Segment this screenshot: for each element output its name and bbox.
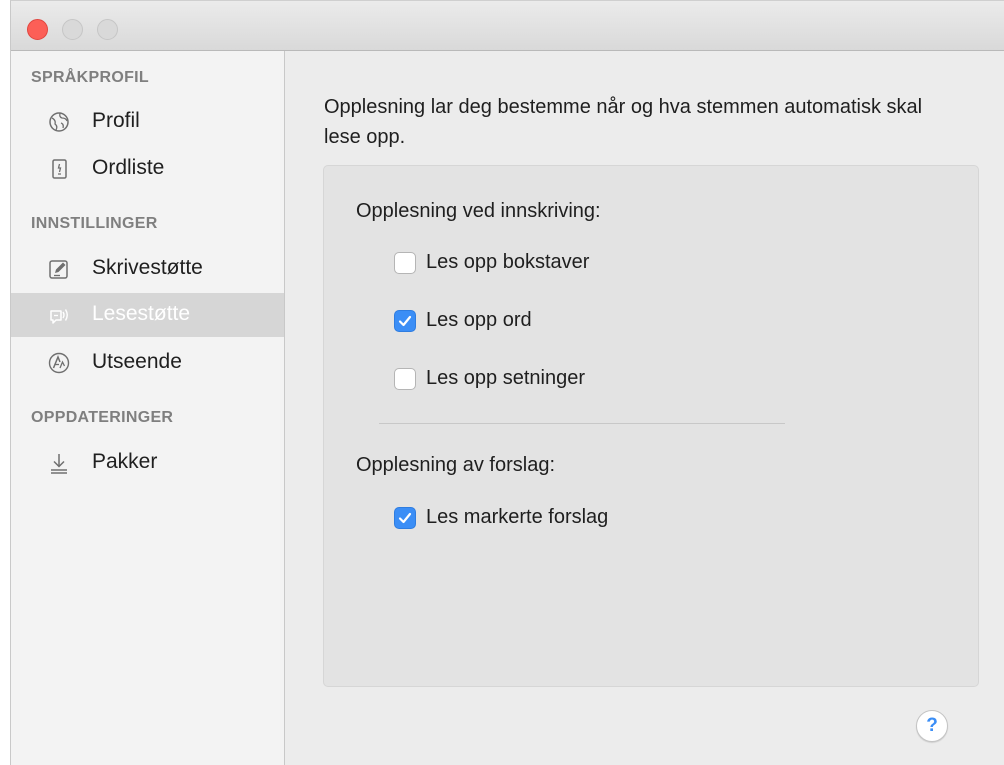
sidebar-item-ordliste[interactable]: Ordliste [11, 147, 284, 191]
reading-options-box: Opplesning ved innskriving: Les opp boks… [323, 165, 979, 687]
intro-text: Opplesning lar deg bestemme når og hva s… [324, 96, 923, 148]
checkbox-box[interactable] [394, 252, 416, 274]
sidebar-item-label: Utseende [92, 350, 182, 373]
speech-icon [47, 303, 71, 327]
sidebar-item-label: Ordliste [92, 156, 165, 179]
checkmark-icon [398, 512, 412, 524]
section-heading-oppdateringer: OPPDATERINGER [31, 409, 174, 426]
pen-icon [47, 257, 71, 281]
checkbox-label: Les opp ord [426, 309, 532, 331]
close-window-button[interactable] [27, 19, 48, 40]
checkbox-box[interactable] [394, 310, 416, 332]
checkbox-label: Les markerte forslag [426, 506, 609, 528]
sidebar-item-profil[interactable]: Profil [11, 100, 284, 144]
title-bar [11, 1, 1004, 51]
checkbox-box[interactable] [394, 507, 416, 529]
dictionary-icon [47, 157, 71, 181]
checkbox-label: Les opp setninger [426, 367, 586, 389]
zoom-window-button[interactable] [97, 19, 118, 40]
sidebar-item-pakker[interactable]: Pakker [11, 441, 284, 485]
sidebar-item-label: Skrivestøtte [92, 256, 203, 279]
appearance-icon [47, 351, 71, 375]
sidebar-item-lesestotte[interactable]: Lesestøtte [11, 293, 284, 337]
main-content: Opplesning lar deg bestemme når og hva s… [285, 51, 1004, 765]
sidebar-item-utseende[interactable]: Utseende [11, 341, 284, 385]
preferences-window: SPRÅKPROFIL Profil Ordliste INNSTILLINGE… [10, 0, 1004, 765]
checkmark-icon [398, 315, 412, 327]
section-heading-sprakprofil: SPRÅKPROFIL [31, 69, 149, 86]
sidebar-item-label: Profil [92, 109, 140, 132]
checkbox-box[interactable] [394, 368, 416, 390]
globe-icon [47, 110, 71, 134]
typing-group-heading: Opplesning ved innskriving: [356, 200, 601, 222]
suggestion-group-heading: Opplesning av forslag: [356, 454, 556, 476]
sidebar-item-label: Pakker [92, 450, 158, 473]
minimize-window-button[interactable] [62, 19, 83, 40]
group-divider [379, 423, 785, 424]
help-button[interactable]: ? [916, 710, 948, 742]
sidebar: SPRÅKPROFIL Profil Ordliste INNSTILLINGE… [11, 51, 285, 765]
sidebar-item-label: Lesestøtte [92, 302, 191, 325]
sidebar-item-skrivestotte[interactable]: Skrivestøtte [11, 247, 284, 291]
section-heading-innstillinger: INNSTILLINGER [31, 215, 158, 232]
checkbox-label: Les opp bokstaver [426, 251, 590, 273]
download-icon [47, 451, 71, 475]
